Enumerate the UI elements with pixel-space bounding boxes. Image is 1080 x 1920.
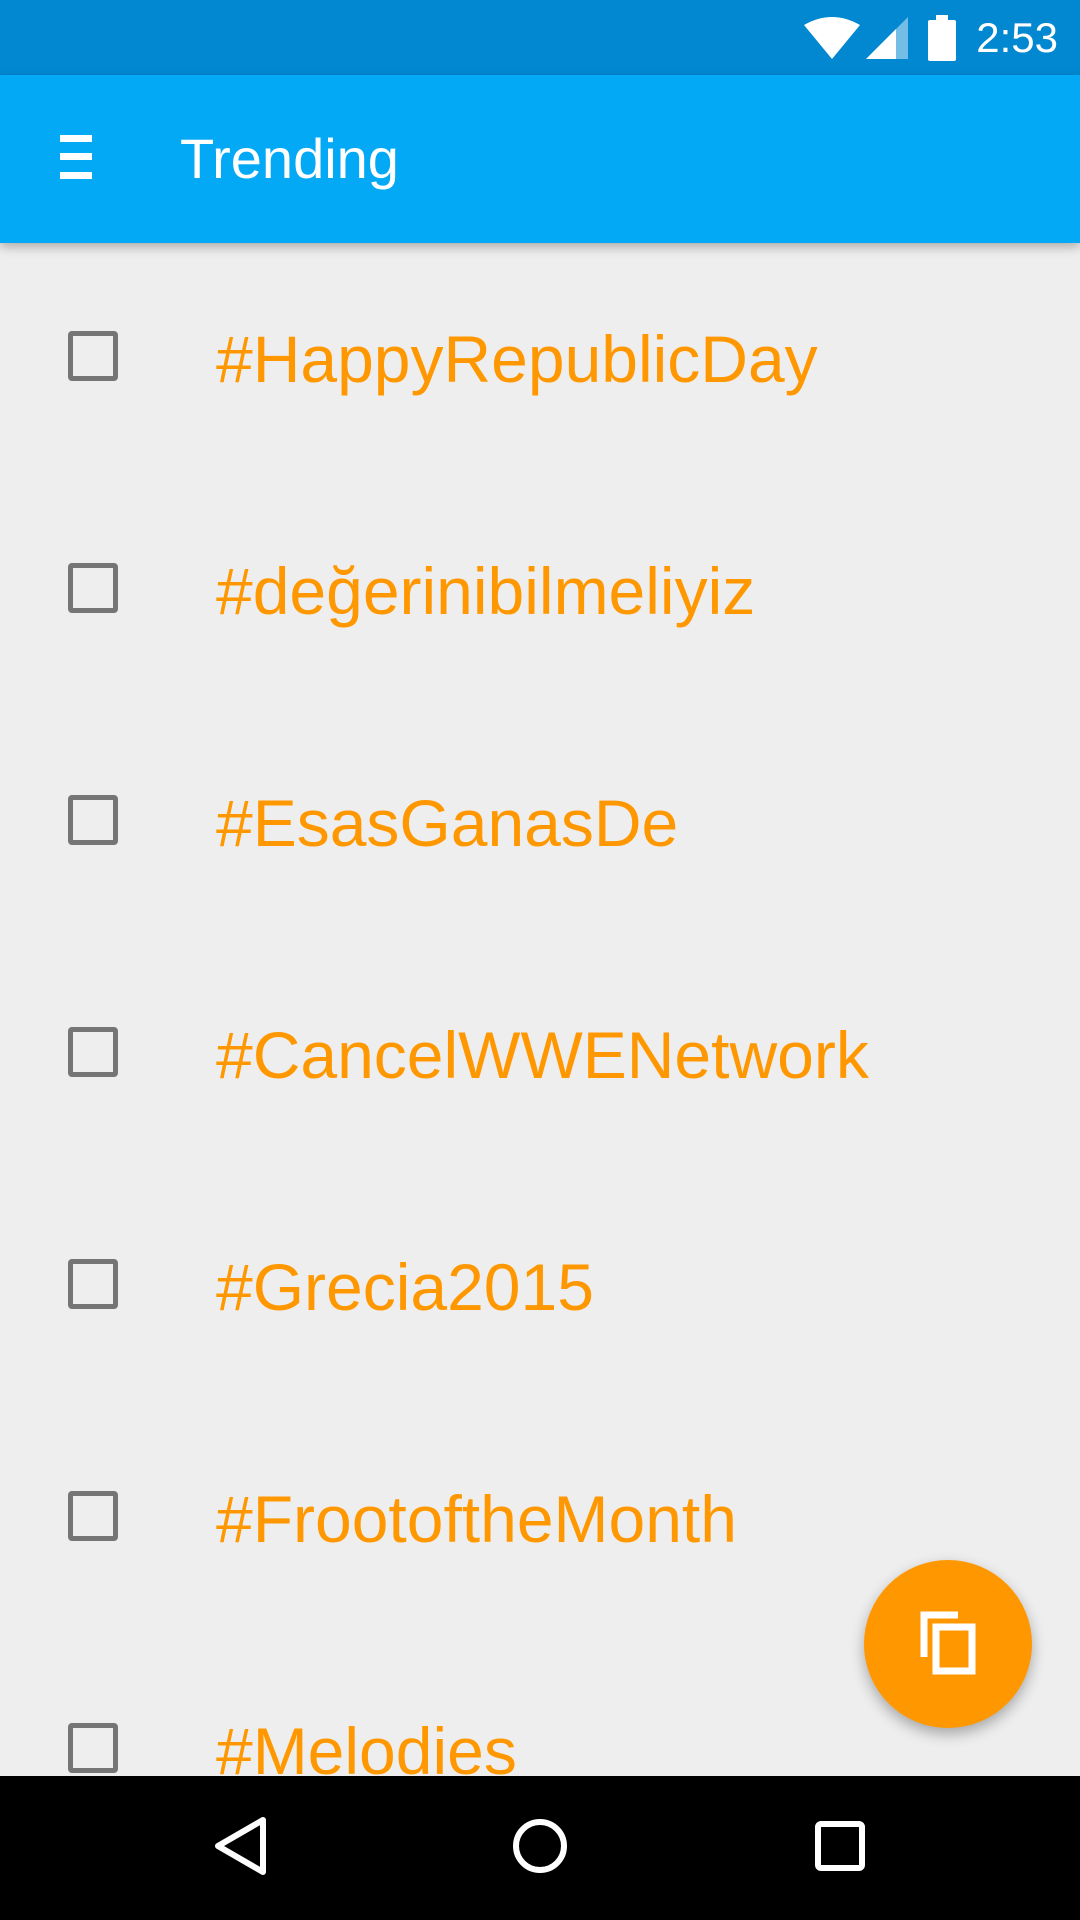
item-checkbox[interactable] bbox=[68, 795, 118, 845]
recents-button[interactable] bbox=[768, 1776, 912, 1920]
cell-signal-icon bbox=[866, 16, 909, 59]
recents-icon bbox=[814, 1820, 866, 1877]
item-checkbox[interactable] bbox=[68, 563, 118, 613]
item-label: #CancelWWENetwork bbox=[216, 1018, 869, 1092]
item-checkbox[interactable] bbox=[68, 1259, 118, 1309]
back-icon bbox=[212, 1816, 268, 1881]
home-button[interactable] bbox=[468, 1776, 612, 1920]
list-item[interactable]: #Grecia2015 bbox=[0, 1171, 1080, 1403]
wifi-icon bbox=[804, 16, 861, 59]
list-item[interactable]: #CancelWWENetwork bbox=[0, 939, 1080, 1171]
item-checkbox[interactable] bbox=[68, 1027, 118, 1077]
item-label: #değerinibilmeliyiz bbox=[216, 554, 756, 628]
list-item[interactable]: #EsasGanasDe bbox=[0, 707, 1080, 939]
status-time: 2:53 bbox=[976, 13, 1058, 61]
copy-fab-button[interactable] bbox=[864, 1560, 1032, 1728]
trending-list: #HappyRepublicDay #değerinibilmeliyiz #E… bbox=[0, 243, 1080, 1776]
status-bar: 2:53 bbox=[0, 0, 1080, 75]
home-icon bbox=[512, 1818, 568, 1879]
status-icons: 2:53 bbox=[804, 0, 1058, 75]
item-checkbox[interactable] bbox=[68, 1723, 118, 1773]
item-label: #HappyRepublicDay bbox=[216, 322, 818, 396]
navigation-bar bbox=[0, 1776, 1080, 1920]
item-label: #Melodies bbox=[216, 1714, 517, 1776]
item-checkbox[interactable] bbox=[68, 331, 118, 381]
list-item[interactable]: #HappyRepublicDay bbox=[0, 243, 1080, 475]
item-label: #FrootoftheMonth bbox=[216, 1482, 737, 1556]
menu-icon bbox=[60, 134, 92, 184]
back-button[interactable] bbox=[168, 1776, 312, 1920]
item-label: #Grecia2015 bbox=[216, 1250, 594, 1324]
battery-icon bbox=[928, 14, 957, 61]
menu-button[interactable] bbox=[40, 117, 112, 201]
list-item[interactable]: #değerinibilmeliyiz bbox=[0, 475, 1080, 707]
copy-icon bbox=[918, 1609, 978, 1680]
page-title: Trending bbox=[180, 127, 399, 190]
item-label: #EsasGanasDe bbox=[216, 786, 679, 860]
item-checkbox[interactable] bbox=[68, 1491, 118, 1541]
app-bar: Trending bbox=[0, 75, 1080, 243]
